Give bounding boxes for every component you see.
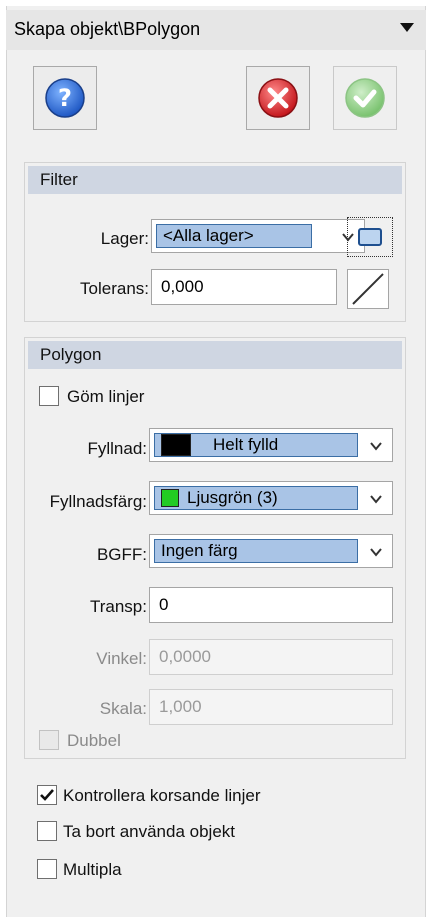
fill-pattern-swatch	[161, 434, 191, 456]
lager-dropdown[interactable]: <Alla lager>	[151, 219, 365, 253]
lager-label: Lager:	[100, 229, 149, 248]
vinkel-input: 0,0000	[149, 639, 393, 675]
panel-titlebar[interactable]: Skapa objekt\BPolygon	[6, 10, 426, 50]
tolerans-label: Tolerans:	[80, 279, 149, 298]
svg-text:?: ?	[58, 84, 72, 112]
polygon-header: Polygon	[28, 341, 402, 369]
chevron-down-icon	[370, 442, 382, 451]
kontrollera-label: Kontrollera korsande linjer	[63, 786, 261, 805]
tolerance-pick-button[interactable]	[347, 269, 389, 309]
bgff-label: BGFF:	[96, 545, 147, 564]
polygon-group: Polygon Göm linjer Fyllnad: Helt fylld F…	[24, 337, 406, 759]
panel-title: Skapa objekt\BPolygon	[14, 19, 201, 39]
cancel-button[interactable]	[246, 66, 310, 130]
dubbel-checkbox	[39, 730, 59, 750]
gom-linjer-checkbox[interactable]	[39, 386, 59, 406]
bgff-dropdown[interactable]: Ingen färg	[149, 534, 393, 568]
tolerans-input[interactable]: 0,000	[151, 269, 337, 305]
kontrollera-checkbox[interactable]	[37, 785, 57, 805]
chevron-down-icon	[370, 495, 382, 504]
fyllnadsfarg-selected: Ljusgrön (3)	[154, 486, 358, 510]
fyllnadsfarg-label: Fyllnadsfärg:	[49, 492, 147, 511]
fyllnad-selected: Helt fylld	[154, 433, 358, 457]
multipla-checkbox[interactable]	[37, 859, 57, 879]
fyllnad-dropdown[interactable]: Helt fylld	[149, 428, 393, 462]
transp-label: Transp:	[89, 597, 147, 616]
dropdown-arrow-icon[interactable]	[400, 23, 414, 32]
checkmark-icon	[40, 789, 54, 801]
fyllnad-label: Fyllnad:	[87, 439, 147, 458]
help-button[interactable]: ?	[33, 66, 97, 130]
skala-input: 1,000	[149, 689, 393, 725]
bgff-value: Ingen färg	[161, 541, 238, 560]
filter-header: Filter	[28, 166, 402, 194]
chevron-down-icon	[370, 548, 382, 557]
lager-value: <Alla lager>	[163, 226, 254, 245]
fyllnadsfarg-label-wrap: Fyllnadsfärg:	[7, 492, 147, 512]
fyllnadsfarg-value: Ljusgrön (3)	[187, 488, 278, 507]
ta-bort-checkbox[interactable]	[37, 821, 57, 841]
fyllnadsfarg-dropdown[interactable]: Ljusgrön (3)	[149, 481, 393, 515]
skala-label: Skala:	[99, 699, 147, 718]
check-icon	[345, 78, 385, 118]
lager-selected: <Alla lager>	[156, 224, 312, 248]
fyllnad-value: Helt fylld	[213, 435, 279, 454]
cancel-icon	[258, 78, 298, 118]
multipla-label: Multipla	[63, 860, 122, 879]
filter-group: Filter Lager: <Alla lager> Tolerans: 0,0…	[24, 162, 406, 322]
dubbel-label: Dubbel	[67, 731, 121, 750]
bgff-selected: Ingen färg	[154, 539, 358, 563]
vinkel-label: Vinkel:	[96, 649, 147, 668]
ta-bort-label: Ta bort använda objekt	[63, 822, 236, 841]
gom-linjer-label: Göm linjer	[67, 387, 145, 406]
help-icon: ?	[45, 78, 85, 118]
ok-button[interactable]	[333, 66, 397, 130]
transp-input[interactable]: 0	[149, 587, 393, 623]
color-swatch	[161, 489, 179, 507]
diagonal-line-icon	[352, 273, 384, 305]
layer-select-button[interactable]	[347, 217, 393, 257]
layer-rect-icon	[358, 228, 382, 246]
